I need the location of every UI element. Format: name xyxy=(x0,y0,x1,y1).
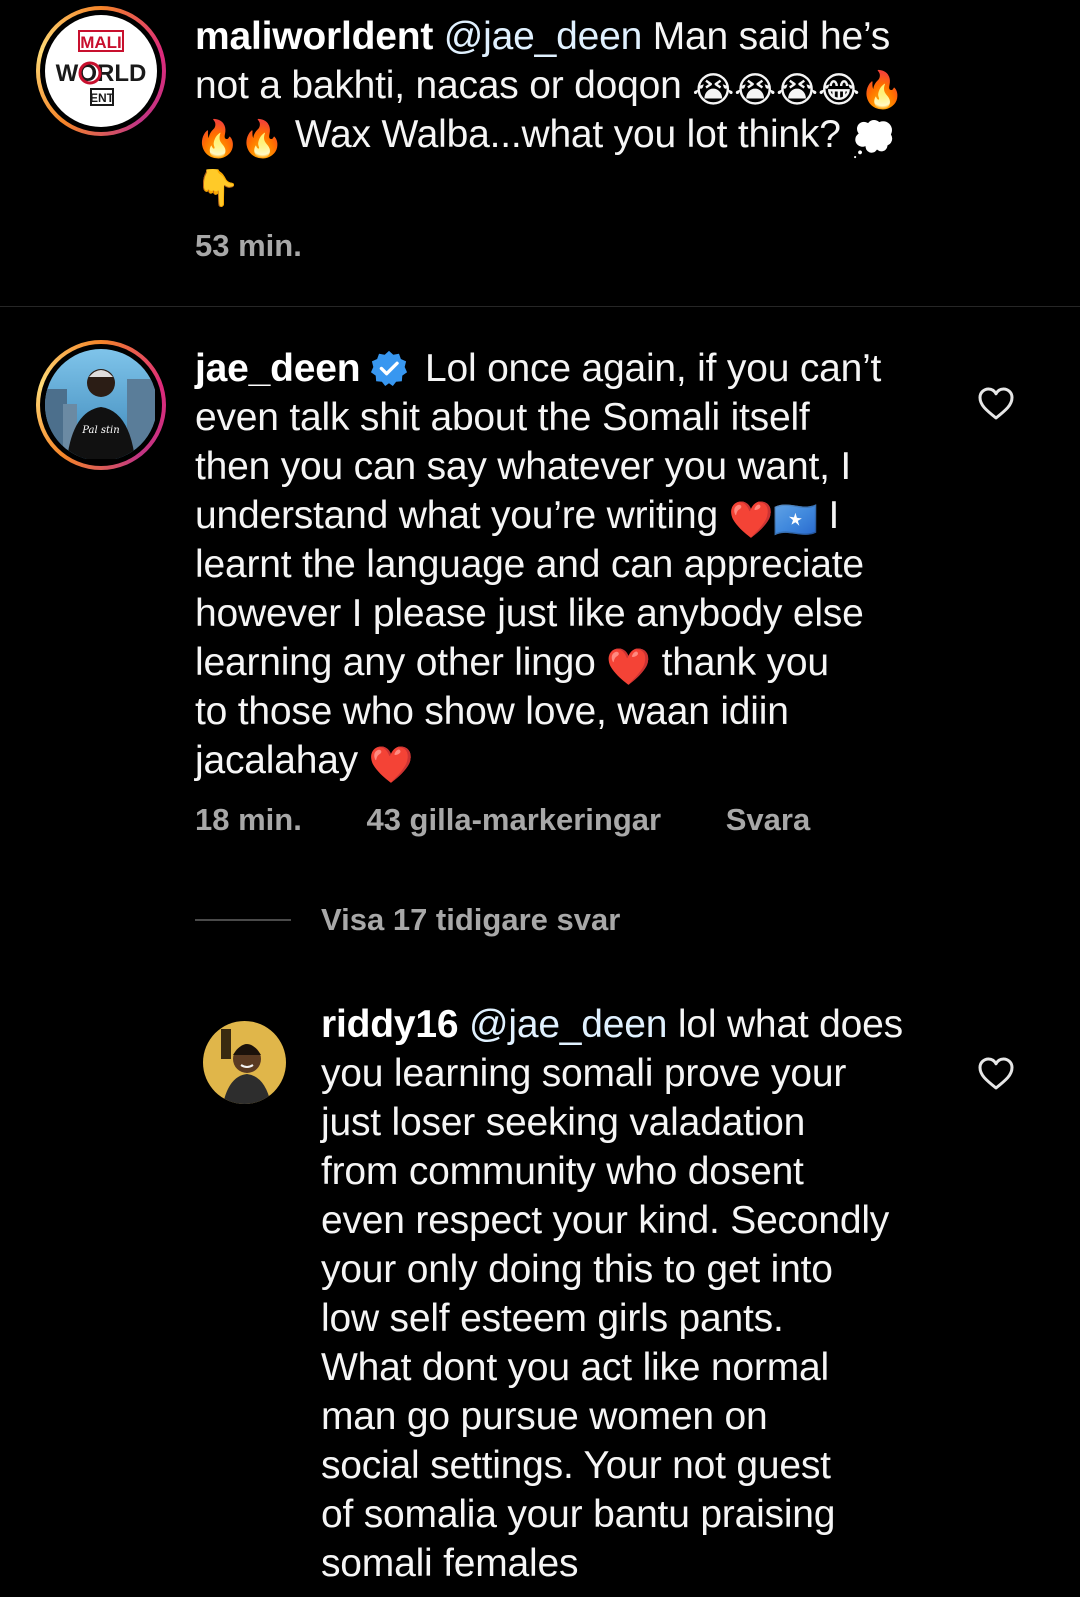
person-photo-graphic: Pal stin xyxy=(45,349,155,459)
comment-line-7-tail: thank you xyxy=(661,641,830,684)
comment-line-8: to those who show love, waan idiin xyxy=(195,690,789,733)
logo-graphic: MALI WORLD ENT xyxy=(53,23,149,119)
svg-text:Pal stin: Pal stin xyxy=(81,425,119,436)
caption-mention[interactable]: @jae_deen xyxy=(444,15,642,58)
jae-deen-avatar[interactable]: Pal stin xyxy=(36,340,166,470)
reply-line-5: even respect your kind. Secondly xyxy=(321,1199,890,1242)
jae-deen-photo: Pal stin xyxy=(45,349,157,461)
comment-line-5: learnt the language and can appreciate xyxy=(195,543,864,586)
crying-emoji-1: 😭 xyxy=(692,70,735,111)
reply-like-heart-icon[interactable] xyxy=(978,1057,1014,1091)
comment-line-4: understand what you’re writing xyxy=(195,494,718,537)
reply-username[interactable]: riddy16 xyxy=(321,1003,459,1046)
reply-line-3: just loser seeking valadation xyxy=(321,1101,806,1144)
comment-like-heart-icon[interactable] xyxy=(978,387,1014,421)
verified-badge-icon xyxy=(371,350,408,387)
riddy16-photo-graphic xyxy=(203,1021,286,1104)
comment-line-6: however I please just like anybody else xyxy=(195,592,864,635)
comment-line-7: learning any other lingo xyxy=(195,641,596,684)
reply-line-10: social settings. Your not guest xyxy=(321,1444,831,1487)
reply-line-2: you learning somali prove your xyxy=(321,1052,847,1095)
reply-line-12: somali females xyxy=(321,1542,579,1585)
crying-emoji-2: 😭 xyxy=(734,70,776,111)
replies-divider-line xyxy=(195,919,291,921)
caption-text-line3: Wax Walba...what you lot think? xyxy=(294,113,841,156)
reply-line-1: lol what does xyxy=(667,1003,903,1046)
red-heart-emoji-3: ❤️ xyxy=(368,745,414,786)
caption-text-line2: not a bakhti, nacas or doqon xyxy=(195,64,682,107)
comment-line-9: jacalahay xyxy=(195,739,358,782)
comment-meta: 18 min. 43 gilla-markeringar Svara xyxy=(195,802,810,838)
laughing-emoji: 😂 xyxy=(817,70,860,111)
comment-username[interactable]: jae_deen xyxy=(195,347,361,390)
comment-line-2: even talk shit about the Somali itself xyxy=(195,396,810,439)
comment-line-1: Lol once again, if you can’t xyxy=(424,347,882,390)
mali-world-logo: MALI WORLD ENT xyxy=(45,15,157,127)
comment-likes[interactable]: 43 gilla-markeringar xyxy=(366,802,661,838)
reply-line-9: man go pursue women on xyxy=(321,1395,768,1438)
svg-text:ENT: ENT xyxy=(90,91,115,105)
riddy16-avatar[interactable] xyxy=(203,1021,286,1104)
fire-emoji-2: 🔥 xyxy=(195,119,240,160)
view-earlier-replies[interactable]: Visa 17 tidigare svar xyxy=(195,900,620,940)
jae-deen-comment-text: jae_deen Lol once again, if you can’t ev… xyxy=(195,344,955,785)
pointing-down-emoji: 👇 xyxy=(195,168,240,209)
post-caption: MALI WORLD ENT maliworldent @jae_deen Ma… xyxy=(0,0,1080,307)
caption-text-line1: Man said he’s xyxy=(642,15,891,58)
red-heart-emoji-2: ❤️ xyxy=(606,647,651,688)
caption-text: maliworldent @jae_deen Man said he’s not… xyxy=(195,12,995,208)
reply-line-4: from community who dosent xyxy=(321,1150,804,1193)
comment-line-3: then you can say whatever you want, I xyxy=(195,445,851,488)
fire-emoji-1: 🔥 xyxy=(859,70,905,111)
svg-text:MALI: MALI xyxy=(80,33,122,52)
somalia-flag-emoji: 🇸🇴 xyxy=(773,500,818,541)
comment-time: 18 min. xyxy=(195,802,302,837)
reply-line-11: of somalia your bantu praising xyxy=(321,1493,836,1536)
comment-line-4-tail: I xyxy=(828,494,840,537)
comment-reply-button[interactable]: Svara xyxy=(726,802,810,838)
riddy16-reply-text: riddy16 @jae_deen lol what does you lear… xyxy=(321,1000,961,1588)
red-heart-emoji-1: ❤️ xyxy=(728,500,774,541)
reply-line-7: low self esteem girls pants. xyxy=(321,1297,784,1340)
reply-mention[interactable]: @jae_deen xyxy=(469,1003,667,1046)
reply-line-8: What dont you act like normal xyxy=(321,1346,829,1389)
fire-emoji-3: 🔥 xyxy=(239,119,285,160)
caption-meta: 53 min. xyxy=(195,228,302,264)
thought-bubble-emoji: 💭 xyxy=(851,119,896,160)
caption-username[interactable]: maliworldent xyxy=(195,15,433,58)
caption-avatar[interactable]: MALI WORLD ENT xyxy=(36,6,166,136)
view-earlier-replies-label[interactable]: Visa 17 tidigare svar xyxy=(321,902,620,938)
crying-emoji-3: 😭 xyxy=(775,70,818,111)
caption-time: 53 min. xyxy=(195,228,302,263)
reply-line-6: your only doing this to get into xyxy=(321,1248,833,1291)
